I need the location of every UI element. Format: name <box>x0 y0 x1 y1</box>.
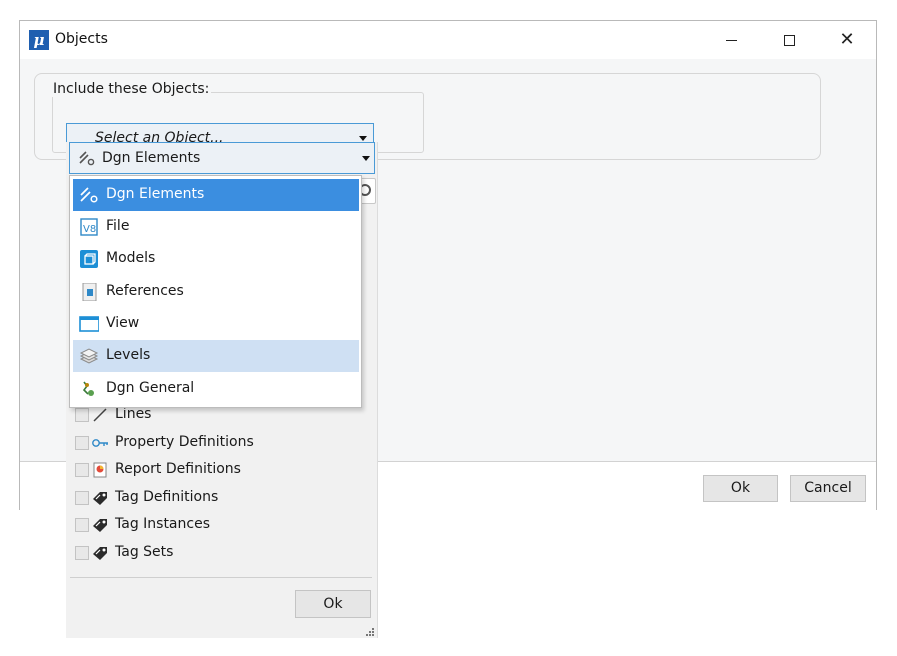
object-checklist: Lines Property Definitions Report Defini… <box>74 404 374 569</box>
dgn-elements-icon <box>80 187 98 203</box>
dropdown-item-view[interactable]: View <box>73 308 359 340</box>
dropdown-item-label: References <box>106 283 184 299</box>
checklist-item-label: Tag Definitions <box>115 488 219 505</box>
dropdown-item-label: Models <box>106 250 156 266</box>
dropdown-item-dgn-general[interactable]: Dgn General <box>73 373 359 405</box>
levels-icon <box>79 348 99 364</box>
dropdown-item-label: File <box>106 218 130 234</box>
svg-text:V8: V8 <box>83 224 96 235</box>
close-button[interactable]: ✕ <box>818 21 876 59</box>
checkbox[interactable] <box>75 408 89 422</box>
object-type-combobox[interactable]: Dgn Elements <box>69 142 375 174</box>
dgn-elements-icon <box>79 151 95 166</box>
references-icon <box>82 283 97 301</box>
microstation-logo-icon: μ <box>29 30 49 50</box>
checkbox[interactable] <box>75 545 89 560</box>
checklist-item-tag-definitions[interactable]: Tag Definitions <box>74 487 374 515</box>
dropdown-item-dgn-elements[interactable]: Dgn Elements <box>73 179 359 211</box>
checklist-item-label: Tag Sets <box>115 543 174 560</box>
dropdown-item-label: Levels <box>106 347 151 363</box>
maximize-button[interactable] <box>760 21 818 59</box>
checklist-item-tag-instances[interactable]: Tag Instances <box>74 514 374 542</box>
checklist-item-label: Lines <box>115 406 152 422</box>
checkbox[interactable] <box>75 463 89 477</box>
tag-icon <box>93 546 107 560</box>
object-type-dropdown-list: Dgn Elements V8 File Models References V… <box>69 175 362 408</box>
close-icon: ✕ <box>839 29 855 50</box>
maximize-icon <box>783 34 795 46</box>
dropdown-item-label: View <box>106 315 140 331</box>
checklist-item-report-definitions[interactable]: Report Definitions <box>74 459 374 487</box>
file-v8-icon: V8 <box>80 218 98 236</box>
checklist-item-label: Tag Instances <box>115 516 210 532</box>
title-bar: μ Objects ✕ <box>20 21 876 59</box>
tag-icon <box>93 519 107 532</box>
dropdown-item-levels[interactable]: Levels <box>73 340 359 372</box>
dgn-general-icon <box>82 381 94 396</box>
models-icon <box>80 250 98 268</box>
dropdown-item-models[interactable]: Models <box>73 243 359 275</box>
key-icon <box>92 438 108 447</box>
popup-ok-button[interactable]: Ok <box>295 590 371 618</box>
object-type-value: Dgn Elements <box>102 150 201 166</box>
checklist-item-lines[interactable]: Lines <box>74 404 374 432</box>
view-icon <box>79 316 99 332</box>
checklist-item-label: Property Definitions <box>115 433 254 450</box>
dropdown-item-references[interactable]: References <box>73 276 359 308</box>
dropdown-item-file[interactable]: V8 File <box>73 211 359 243</box>
resize-grip-icon[interactable] <box>366 628 374 636</box>
divider <box>70 577 372 578</box>
include-objects-legend: Include these Objects: <box>51 81 212 97</box>
minimize-button[interactable] <box>702 21 760 59</box>
checkbox[interactable] <box>75 518 89 532</box>
minimize-icon <box>725 39 737 41</box>
checkbox[interactable] <box>75 490 89 505</box>
dropdown-item-label: Dgn General <box>106 380 195 396</box>
checkbox[interactable] <box>75 435 89 450</box>
checklist-item-label: Report Definitions <box>115 461 241 477</box>
report-icon <box>93 462 107 478</box>
cancel-button[interactable]: Cancel <box>790 475 866 502</box>
checklist-item-tag-sets[interactable]: Tag Sets <box>74 542 374 570</box>
checklist-item-property-definitions[interactable]: Property Definitions <box>74 432 374 460</box>
chevron-down-icon <box>359 136 367 141</box>
window-title: Objects <box>55 31 108 47</box>
dropdown-item-label: Dgn Elements <box>106 186 205 202</box>
line-icon <box>93 408 107 422</box>
tag-icon <box>93 491 107 505</box>
ok-button[interactable]: Ok <box>703 475 778 502</box>
chevron-down-icon <box>362 156 370 161</box>
